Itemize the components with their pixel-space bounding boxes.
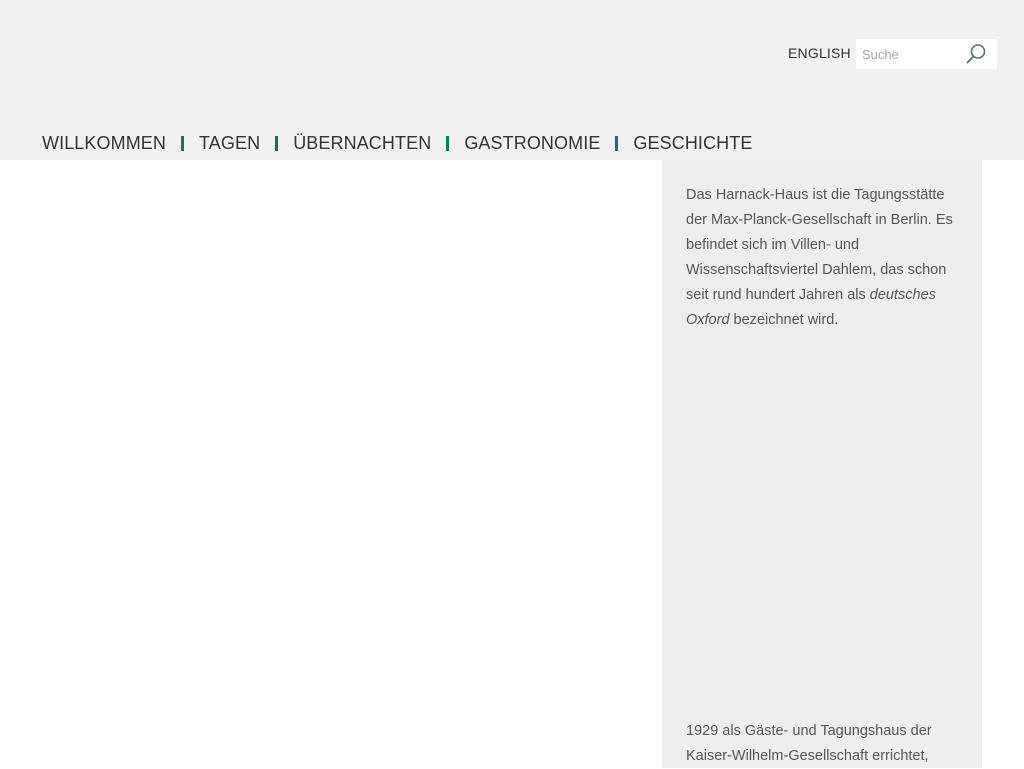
search-input[interactable] (856, 39, 967, 69)
nav-item-gastronomie[interactable]: GASTRONOMIE (464, 133, 600, 154)
intro-text-end: bezeichnet wird. (729, 312, 839, 328)
sidebar-intro-text: Das Harnack-Haus ist die Tagungsstätte d… (686, 183, 962, 333)
nav-separator (181, 135, 185, 151)
nav-item-uebernachten[interactable]: ÜBERNACHTEN (293, 133, 431, 154)
nav-separator (446, 135, 450, 151)
nav-separator (275, 135, 279, 151)
nav-separator (615, 135, 619, 151)
search-icon (966, 44, 986, 64)
nav-item-geschichte[interactable]: GESCHICHTE (633, 133, 752, 154)
search-button[interactable] (964, 42, 990, 66)
intro-text-start: Das Harnack-Haus ist die Tagungsstätte d… (686, 187, 953, 303)
site-header: ENGLISH WILLKOMMEN TAGEN ÜBERNACHTEN GAS… (0, 0, 1024, 160)
nav-item-willkommen[interactable]: WILLKOMMEN (42, 133, 166, 154)
search-box (856, 39, 997, 69)
info-sidebar: Das Harnack-Haus ist die Tagungsstätte d… (662, 160, 982, 768)
sidebar-history-text: 1929 als Gäste- und Tagungshaus der Kais… (686, 723, 932, 764)
nav-item-tagen[interactable]: TAGEN (199, 133, 260, 154)
language-switch-link[interactable]: ENGLISH (788, 45, 851, 61)
main-navigation: WILLKOMMEN TAGEN ÜBERNACHTEN GASTRONOMIE… (42, 131, 752, 155)
